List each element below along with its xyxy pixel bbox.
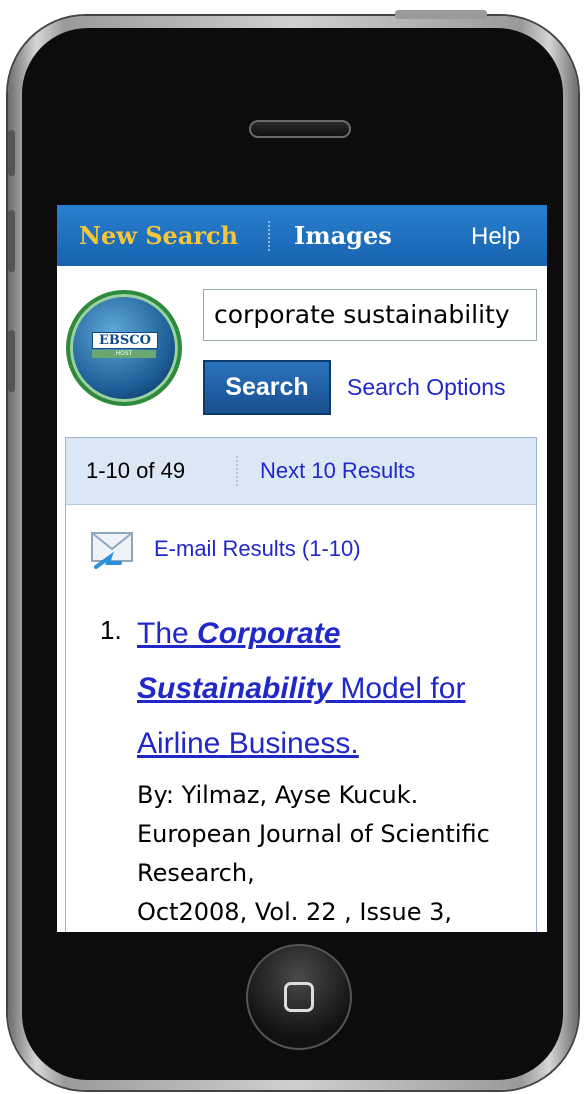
nav-help[interactable]: Help xyxy=(471,223,520,251)
volume-down-button[interactable] xyxy=(8,330,15,392)
results-header: 1-10 of 49 Next 10 Results xyxy=(66,438,536,505)
email-results-link[interactable]: E-mail Results (1-10) xyxy=(154,536,361,562)
result-count: 1-10 of 49 xyxy=(86,458,186,483)
title-highlight-sustainability: Sustainability xyxy=(137,672,333,705)
phone-screen: New Search Images Help EBSCO HOST corpor… xyxy=(57,205,547,932)
home-square-icon xyxy=(284,982,314,1012)
result-author: By: Yilmaz, Ayse Kucuk. xyxy=(137,781,419,809)
home-button[interactable] xyxy=(246,944,352,1050)
ebsco-logo: EBSCO HOST xyxy=(66,290,182,406)
result-metadata: By: Yilmaz, Ayse Kucuk. European Journal… xyxy=(137,776,547,932)
search-input[interactable]: corporate sustainability xyxy=(203,289,537,341)
title-highlight-corporate: Corporate xyxy=(197,617,341,650)
logo-text: EBSCO xyxy=(92,332,158,349)
result-title-link[interactable]: The Corporate Sustainability Model for A… xyxy=(137,606,537,771)
header-separator xyxy=(236,456,238,486)
nav-bar: New Search Images Help xyxy=(57,205,547,266)
sleep-button[interactable] xyxy=(395,10,487,19)
speaker-icon xyxy=(249,120,351,138)
title-prefix: The xyxy=(137,617,198,650)
result-date: Oct2008, Vol. 22 , Issue 3, xyxy=(137,898,453,926)
next-results-link[interactable]: Next 10 Results xyxy=(260,458,415,484)
nav-images[interactable]: Images xyxy=(294,221,392,250)
email-icon[interactable] xyxy=(88,527,136,573)
mute-switch[interactable] xyxy=(8,210,15,272)
results-panel: 1-10 of 49 Next 10 Results E-mail Result… xyxy=(65,437,537,932)
result-number: 1. xyxy=(100,615,122,645)
logo-subtext: HOST xyxy=(92,350,156,358)
search-button[interactable]: Search xyxy=(203,360,331,415)
result-journal: European Journal of Scientific Research, xyxy=(137,820,490,887)
volume-up-button[interactable] xyxy=(8,130,15,176)
search-options-link[interactable]: Search Options xyxy=(347,374,506,401)
nav-new-search[interactable]: New Search xyxy=(79,221,238,250)
nav-separator xyxy=(268,221,270,251)
